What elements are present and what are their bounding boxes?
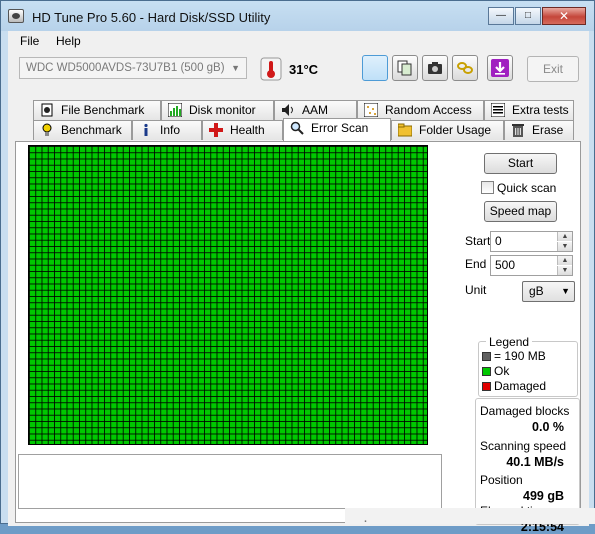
unit-label: Unit — [465, 283, 487, 297]
file-benchmark-icon — [41, 103, 53, 117]
health-cross-icon — [209, 123, 223, 137]
quick-scan-label: Quick scan — [497, 181, 557, 195]
tab-label: Benchmark — [61, 123, 122, 137]
options-button[interactable] — [452, 55, 478, 81]
block-size-swatch — [482, 352, 491, 361]
tab-label: Info — [160, 123, 181, 137]
tab-label: Random Access — [385, 103, 472, 117]
thermometer-icon — [260, 57, 282, 81]
tab-label: Disk monitor — [189, 103, 256, 117]
start-value: 0 — [495, 234, 502, 248]
copy-icon — [397, 60, 412, 76]
tab-row-top: File Benchmark Disk monitor AAM Random A… — [8, 100, 589, 120]
toolbar: WDC WD5000AVDS-73U7B1 (500 gB) ▼ 31°C Ex… — [8, 53, 589, 89]
exit-button[interactable]: Exit — [527, 56, 579, 82]
legend-title: Legend — [486, 335, 533, 349]
start-scan-button[interactable]: Start — [484, 153, 557, 174]
title-bar[interactable]: HD Tune Pro 5.60 - Hard Disk/SSD Utility… — [1, 1, 594, 31]
chain-icon — [457, 62, 473, 74]
window-title: HD Tune Pro 5.60 - Hard Disk/SSD Utility — [32, 10, 271, 25]
tab-label: Health — [230, 123, 265, 137]
spin-up-icon[interactable]: ▲ — [557, 232, 572, 241]
menu-file[interactable]: File — [20, 34, 39, 48]
tab-label: Extra tests — [512, 103, 569, 117]
disk-monitor-icon — [168, 103, 182, 117]
damaged-blocks-value: 0.0 % — [532, 420, 564, 434]
tab-erase[interactable]: Erase — [504, 120, 574, 140]
info-icon — [144, 123, 148, 136]
copy-button[interactable] — [392, 55, 418, 81]
scan-log-box[interactable] — [18, 454, 442, 509]
temperature-readout: 31°C — [289, 62, 319, 77]
unit-value: gB — [529, 284, 544, 298]
drive-dropdown[interactable]: WDC WD5000AVDS-73U7B1 (500 gB) ▼ — [19, 57, 247, 79]
block-size-label: = 190 MB — [494, 349, 546, 363]
lightbulb-icon — [42, 123, 52, 136]
scanning-speed-label: Scanning speed — [480, 439, 567, 453]
close-button[interactable]: ✕ — [542, 7, 586, 25]
window-controls: — □ ✕ — [487, 7, 586, 25]
end-label: End — [465, 257, 487, 271]
tab-label: Folder Usage — [419, 123, 492, 137]
unit-dropdown[interactable]: gB ▼ — [522, 281, 575, 302]
magnifier-icon — [290, 121, 304, 135]
random-access-icon — [364, 103, 378, 117]
maximize-button[interactable]: □ — [515, 7, 541, 25]
background-window-strip: · — [345, 508, 595, 524]
damaged-blocks-label: Damaged blocks — [480, 404, 570, 418]
screenshot-button[interactable] — [422, 55, 448, 81]
spin-down-icon[interactable]: ▼ — [557, 266, 572, 275]
folder-icon — [398, 123, 412, 137]
spin-down-icon[interactable]: ▼ — [557, 242, 572, 251]
save-button[interactable] — [487, 55, 513, 81]
speed-map-button[interactable]: Speed map — [484, 201, 557, 222]
end-value: 500 — [495, 258, 516, 272]
minimize-button[interactable]: — — [488, 7, 514, 25]
tab-file-benchmark[interactable]: File Benchmark — [33, 100, 161, 120]
tab-row-bottom: Benchmark Info Health Error Scan Folder … — [8, 118, 589, 141]
tab-disk-monitor[interactable]: Disk monitor — [161, 100, 274, 120]
menu-help[interactable]: Help — [56, 34, 81, 48]
scanning-speed-value: 40.1 MB/s — [506, 455, 564, 469]
tab-health[interactable]: Health — [202, 120, 283, 140]
tab-label: File Benchmark — [61, 103, 145, 117]
drive-dropdown-value: WDC WD5000AVDS-73U7B1 (500 gB) — [26, 62, 225, 74]
end-spinbox[interactable]: 500 ▲ ▼ — [490, 255, 573, 276]
tab-label: Erase — [532, 123, 564, 137]
error-scan-panel: Start Quick scan Speed map Start 0 ▲ ▼ E… — [15, 141, 581, 534]
menu-bar: File Help — [8, 31, 589, 51]
spin-up-icon[interactable]: ▲ — [557, 256, 572, 265]
tab-extra-tests[interactable]: Extra tests — [484, 100, 574, 120]
position-label: Position — [480, 473, 523, 487]
app-window: HD Tune Pro 5.60 - Hard Disk/SSD Utility… — [0, 0, 595, 534]
tab-label: Error Scan — [311, 121, 369, 135]
speaker-icon — [282, 104, 293, 116]
chevron-down-icon: ▼ — [231, 63, 240, 73]
damaged-swatch — [482, 382, 491, 391]
tab-benchmark[interactable]: Benchmark — [33, 120, 132, 140]
block-map-grid — [28, 145, 428, 445]
chevron-down-icon: ▼ — [561, 286, 570, 296]
tab-info[interactable]: Info — [132, 120, 202, 140]
extra-tests-icon — [491, 103, 505, 117]
camera-icon — [428, 62, 442, 74]
start-spinbox[interactable]: 0 ▲ ▼ — [490, 231, 573, 252]
tab-folder-usage[interactable]: Folder Usage — [391, 120, 504, 140]
position-value: 499 gB — [523, 489, 564, 503]
ok-swatch — [482, 367, 491, 376]
hdtune-app-icon — [8, 9, 24, 23]
tab-aam[interactable]: AAM — [274, 100, 357, 120]
toolbar-button-blank[interactable] — [362, 55, 388, 81]
background-partial-text: · — [363, 512, 369, 524]
ok-label: Ok — [494, 364, 510, 378]
tab-label: AAM — [302, 103, 329, 117]
damaged-label: Damaged — [494, 379, 547, 393]
quick-scan-checkbox[interactable] — [481, 181, 494, 194]
tab-random-access[interactable]: Random Access — [357, 100, 484, 120]
download-arrow-icon — [491, 59, 509, 77]
client-area: File Help WDC WD5000AVDS-73U7B1 (500 gB)… — [8, 31, 589, 534]
start-label: Start — [465, 234, 491, 248]
tab-error-scan[interactable]: Error Scan — [283, 118, 391, 141]
trash-icon — [512, 124, 524, 137]
